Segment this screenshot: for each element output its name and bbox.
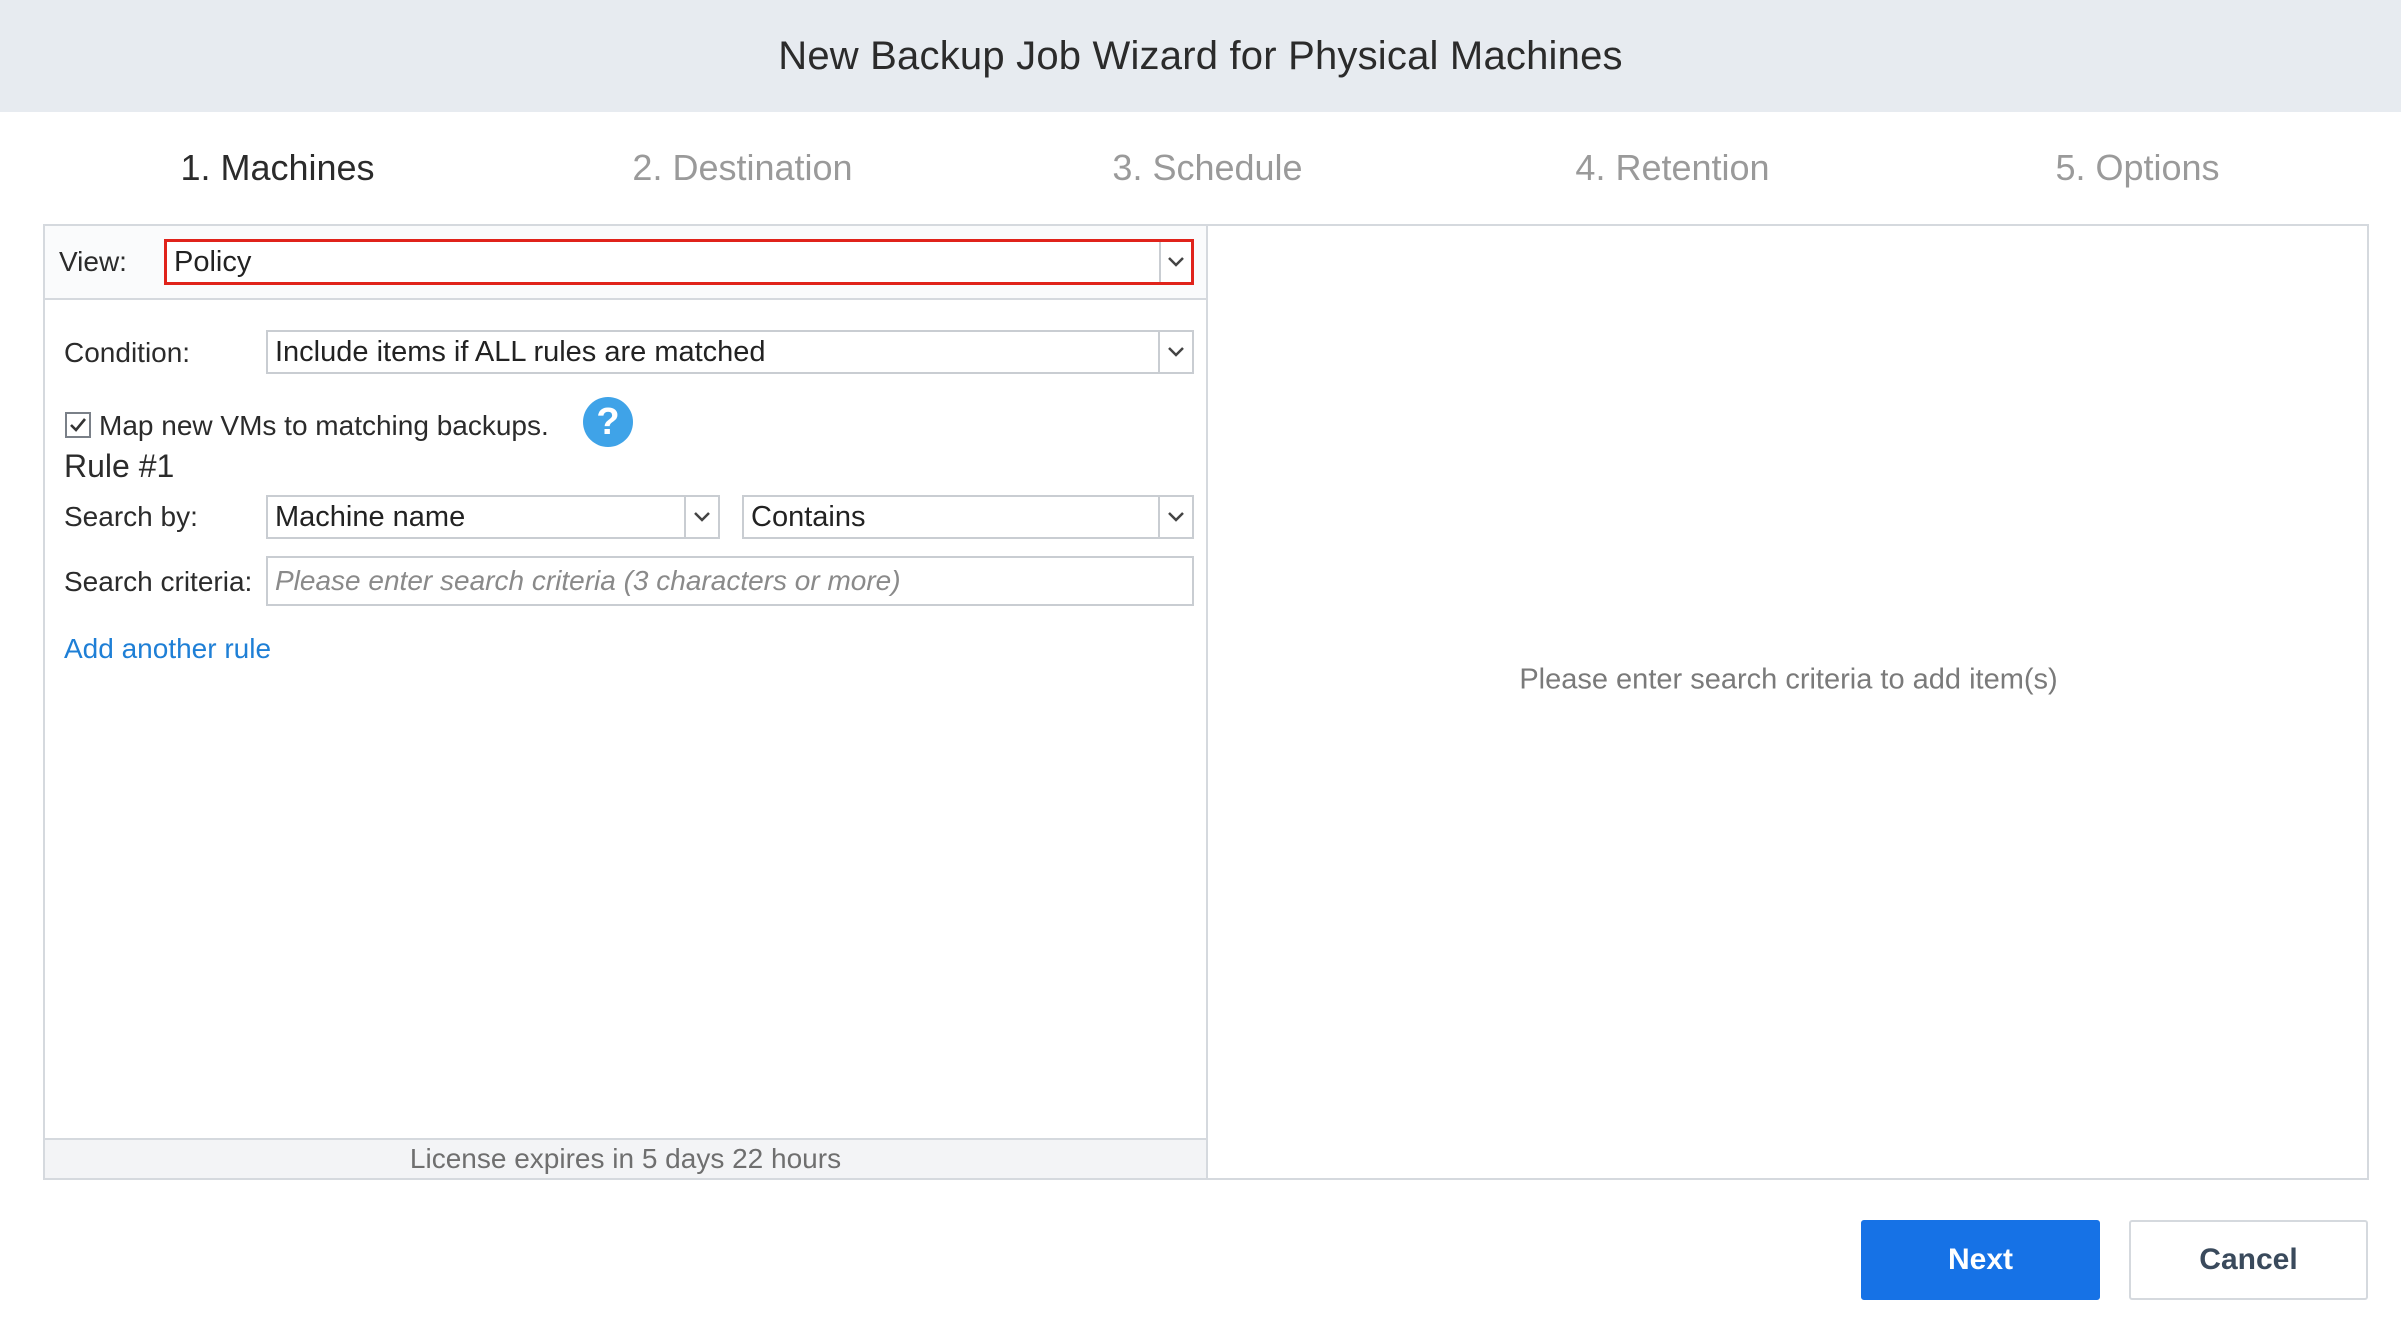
wizard-title: New Backup Job Wizard for Physical Machi… <box>778 33 1623 78</box>
step-destination[interactable]: 2. Destination <box>510 112 975 224</box>
view-label: View: <box>59 246 127 277</box>
wizard-title-bar: New Backup Job Wizard for Physical Machi… <box>0 0 2401 112</box>
step-retention[interactable]: 4. Retention <box>1440 112 1905 224</box>
operator-value: Contains <box>751 500 866 533</box>
search-criteria-label: Search criteria: <box>64 566 253 597</box>
condition-select[interactable]: Include items if ALL rules are matched <box>266 330 1194 374</box>
chevron-down-icon[interactable] <box>684 497 718 537</box>
empty-results-message: Please enter search criteria to add item… <box>1519 663 2058 696</box>
condition-label: Condition: <box>64 337 191 368</box>
step-schedule[interactable]: 3. Schedule <box>975 112 1440 224</box>
search-by-value: Machine name <box>275 500 466 533</box>
view-row: View: Policy <box>45 226 1206 300</box>
search-criteria-input[interactable] <box>266 556 1194 606</box>
wizard-content: View: Policy Condition: Include items if… <box>43 224 2369 1180</box>
question-circle-icon[interactable]: ? <box>583 397 633 447</box>
operator-select[interactable]: Contains <box>742 495 1194 539</box>
step-options[interactable]: 5. Options <box>1905 112 2370 224</box>
add-another-rule-link[interactable]: Add another rule <box>64 633 271 665</box>
selection-panel: View: Policy Condition: Include items if… <box>45 226 1208 1178</box>
license-status: License expires in 5 days 22 hours <box>45 1138 1206 1178</box>
next-button[interactable]: Next <box>1861 1220 2100 1300</box>
checkmark-icon <box>70 418 87 432</box>
step-machines[interactable]: 1. Machines <box>45 112 510 224</box>
wizard-steps: 1. Machines 2. Destination 3. Schedule 4… <box>0 112 2401 224</box>
view-select[interactable]: Policy <box>164 239 1194 285</box>
condition-select-value: Include items if ALL rules are matched <box>275 335 766 368</box>
map-vms-label: Map new VMs to matching backups. <box>99 410 549 441</box>
map-vms-checkbox[interactable] <box>65 412 91 438</box>
search-by-label: Search by: <box>64 501 198 532</box>
selected-items-panel: Please enter search criteria to add item… <box>1210 226 2367 1178</box>
chevron-down-icon[interactable] <box>1158 497 1192 537</box>
rule-title: Rule #1 <box>64 448 175 484</box>
search-by-select[interactable]: Machine name <box>266 495 720 539</box>
cancel-button[interactable]: Cancel <box>2129 1220 2368 1300</box>
chevron-down-icon[interactable] <box>1159 242 1191 282</box>
view-select-value: Policy <box>174 245 252 278</box>
chevron-down-icon[interactable] <box>1158 332 1192 372</box>
